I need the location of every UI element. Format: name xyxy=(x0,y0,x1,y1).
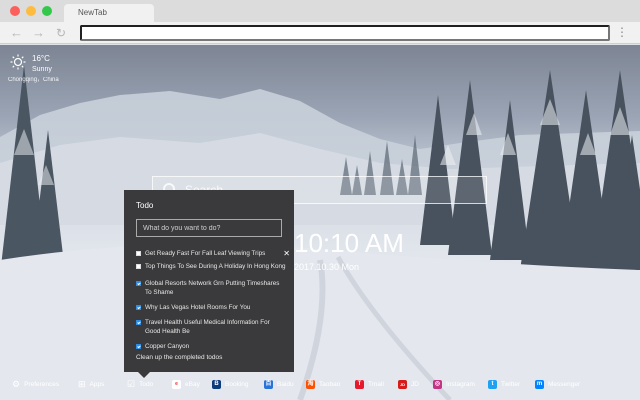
bottombar-item-label: Apps xyxy=(89,380,105,388)
browser-titlebar: NewTab xyxy=(0,0,640,22)
twitter-icon: t xyxy=(488,379,497,389)
reload-icon[interactable]: ↻ xyxy=(56,25,66,41)
todo-checkbox[interactable] xyxy=(136,344,141,349)
booking-icon: B xyxy=(212,379,221,389)
bottombar-item-baidu[interactable]: 百 Baidu xyxy=(264,377,294,391)
bottom-bar: ⚙ Preferences ⊞ Apps ☑ Todo e eBay B Booking 百 Baid… xyxy=(0,374,640,394)
todo-item-text: Copper Canyon xyxy=(145,343,190,350)
todo-item-text: Travel Health Useful Medical Information… xyxy=(145,319,270,335)
taobao-icon: 淘 xyxy=(306,379,315,389)
todo-checkbox[interactable] xyxy=(136,305,141,310)
bottombar-item-instagram[interactable]: ◎ Instagram xyxy=(433,377,475,391)
bottombar-item-label: Baidu xyxy=(277,380,294,388)
bottombar-item-apps[interactable]: ⊞ Apps xyxy=(78,377,104,391)
bottombar-item-label: JD xyxy=(411,380,419,388)
bottombar-item-booking[interactable]: B Booking xyxy=(212,377,249,391)
todo-title: Todo xyxy=(136,201,154,210)
grid-icon: ⊞ xyxy=(78,378,86,389)
todo-checkbox[interactable] xyxy=(136,264,141,269)
vertical-dots-icon[interactable]: ⋮ xyxy=(616,24,628,40)
sun-icon xyxy=(10,54,26,70)
todo-item[interactable]: Travel Health Useful Medical Information… xyxy=(136,318,286,336)
bottombar-item-label: Messenger xyxy=(548,380,581,388)
todo-item-text: Why Las Vegas Hotel Rooms For You xyxy=(145,304,251,311)
todo-item[interactable]: Get Ready Fast For Fall Leaf Viewing Tri… xyxy=(136,249,290,258)
background-wallpaper xyxy=(0,45,640,400)
clock-date: 2017.10.30 Mon xyxy=(294,262,360,272)
bottombar-item-jd[interactable]: JD JD xyxy=(398,377,419,391)
bottombar-item-taobao[interactable]: 淘 Taobao xyxy=(306,377,340,391)
bottombar-item-twitter[interactable]: t Twitter xyxy=(488,377,520,391)
clock-time: 10:10 AM xyxy=(294,228,404,258)
checkbox-icon: ☑ xyxy=(127,378,136,389)
todo-panel: Todo Get Ready Fast For Fall Leaf Viewin… xyxy=(124,190,294,378)
bottombar-item-label: Instagram xyxy=(446,380,475,388)
bottombar-item-label: Todo xyxy=(139,380,154,388)
minimize-window-button[interactable] xyxy=(26,6,36,16)
bottombar-item-label: eBay xyxy=(185,380,200,388)
baidu-icon: 百 xyxy=(264,379,273,389)
ebay-icon: e xyxy=(172,379,181,389)
address-bar[interactable] xyxy=(80,25,610,41)
clean-completed-button[interactable]: Clean up the completed todos xyxy=(136,354,222,361)
bottombar-item-tmall[interactable]: T Tmall xyxy=(355,377,384,391)
close-icon[interactable]: ✕ xyxy=(283,249,290,258)
bottombar-item-preferences[interactable]: ⚙ Preferences xyxy=(12,377,59,391)
todo-item-text: Global Resorts Network Grn Putting Times… xyxy=(145,280,280,296)
tab-title: NewTab xyxy=(78,8,107,17)
close-window-button[interactable] xyxy=(10,6,20,16)
snow-forest-illustration xyxy=(0,65,640,400)
browser-tab[interactable]: NewTab xyxy=(64,4,154,22)
weather-location: Chongqing，China xyxy=(8,77,59,83)
bottombar-item-ebay[interactable]: e eBay xyxy=(172,377,200,391)
weather-condition: Sunny xyxy=(32,66,52,73)
bottombar-item-label: Preferences xyxy=(24,380,60,388)
bottombar-item-label: Twitter xyxy=(501,380,521,388)
todo-checkbox[interactable] xyxy=(136,320,141,325)
todo-item-text: Get Ready Fast For Fall Leaf Viewing Tri… xyxy=(145,250,266,257)
bottombar-item-label: Taobao xyxy=(319,380,341,388)
maximize-window-button[interactable] xyxy=(42,6,52,16)
todo-list: Get Ready Fast For Fall Leaf Viewing Tri… xyxy=(136,249,290,351)
browser-toolbar: ← → ↻ ⋮ xyxy=(0,22,640,44)
arrow-right-icon[interactable]: → xyxy=(32,25,45,41)
bottombar-item-label: Tmall xyxy=(368,380,384,388)
todo-item[interactable]: Global Resorts Network Grn Putting Times… xyxy=(136,279,286,297)
bottombar-item-messenger[interactable]: m Messenger xyxy=(535,377,580,391)
instagram-icon: ◎ xyxy=(433,379,442,389)
bottombar-item-todo[interactable]: ☑ Todo xyxy=(127,377,153,391)
todo-checkbox[interactable] xyxy=(136,251,141,256)
weather-temperature: 16°C xyxy=(32,54,50,63)
todo-item[interactable]: Why Las Vegas Hotel Rooms For You xyxy=(136,303,286,312)
todo-item[interactable]: Top Things To See During A Holiday In Ho… xyxy=(136,262,286,271)
jd-icon: JD xyxy=(398,379,407,389)
todo-checkbox[interactable] xyxy=(136,281,141,286)
todo-item[interactable]: Copper Canyon xyxy=(136,342,286,351)
todo-input[interactable] xyxy=(136,219,282,237)
gear-icon: ⚙ xyxy=(12,378,21,389)
tmall-icon: T xyxy=(355,379,364,389)
arrow-left-icon[interactable]: ← xyxy=(10,25,23,41)
messenger-icon: m xyxy=(535,379,544,389)
bottombar-item-label: Booking xyxy=(225,380,249,388)
todo-item-text: Top Things To See During A Holiday In Ho… xyxy=(145,263,286,270)
